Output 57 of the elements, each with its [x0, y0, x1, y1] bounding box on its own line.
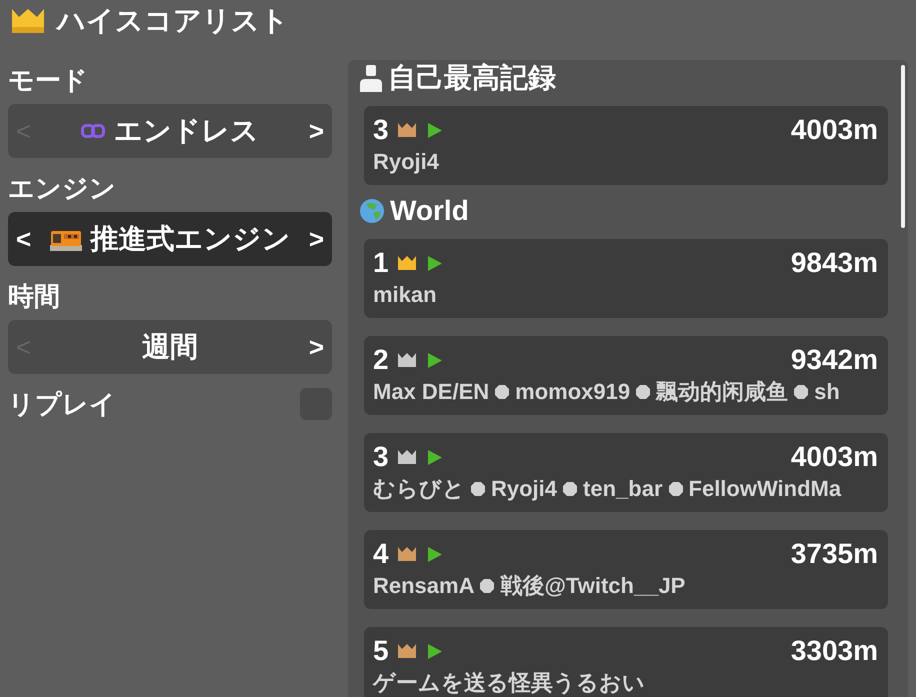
crown-icon — [12, 9, 44, 33]
play-icon — [428, 546, 442, 562]
next-arrow-button[interactable]: > — [304, 332, 328, 362]
player-name: ten_bar — [583, 475, 663, 503]
rank-number: 4 — [373, 537, 389, 571]
setting-label: モード — [8, 64, 88, 97]
rank-number: 3 — [373, 440, 389, 474]
player-name: FellowWindMa — [688, 475, 842, 503]
player-name: Ryoji4 — [491, 475, 558, 503]
window-title: ハイスコアリスト — [57, 4, 289, 38]
play-icon — [428, 256, 442, 270]
distance-value: 9342m — [790, 343, 878, 377]
player-name: むらびと — [373, 475, 465, 503]
section-title: World — [390, 195, 469, 227]
selector-value: エンドレス — [114, 114, 259, 148]
score-card[interactable]: 5 3303m ゲームを送る怪異うるおい — [364, 627, 888, 697]
infinity-icon — [81, 124, 105, 138]
distance-value: 3303m — [790, 634, 878, 668]
person-icon — [360, 64, 382, 92]
score-card[interactable]: 1 9843m mikan — [364, 239, 888, 318]
player-name: sh — [814, 378, 840, 406]
play-icon — [428, 644, 442, 658]
selector-value: 週間 — [142, 330, 198, 364]
player-name: mikan — [373, 281, 437, 309]
play-icon — [428, 122, 442, 138]
score-card[interactable]: 4 3735m RensamA 戦後@Twitch__JP — [364, 530, 888, 609]
globe-icon — [360, 199, 384, 223]
distance-value: 9843m — [790, 246, 878, 280]
section-title: 自己最高記録 — [388, 61, 556, 95]
player-name: ゲームを送る怪異うるおい — [373, 669, 645, 697]
rank-number: 1 — [373, 246, 389, 280]
next-arrow-button[interactable]: > — [304, 224, 328, 254]
previous-arrow-button[interactable]: < — [12, 224, 36, 254]
option-selector[interactable]: < 推進式エンジン > — [8, 212, 332, 266]
setting-label: エンジン — [8, 172, 116, 205]
setting-label: リプレイ — [8, 388, 116, 421]
distance-value: 4003m — [790, 113, 878, 147]
player-name: momox919 — [515, 378, 630, 406]
player-name: Ryoji4 — [373, 148, 440, 176]
player-name: 戦後@Twitch__JP — [500, 572, 686, 600]
rank-number: 5 — [373, 634, 389, 668]
scrollbar-thumb[interactable] — [901, 65, 905, 228]
setting-label: 時間 — [8, 280, 60, 313]
distance-value: 3735m — [790, 537, 878, 571]
player-name: Max DE/EN — [373, 378, 490, 406]
score-card[interactable]: 3 4003m Ryoji4 — [364, 106, 888, 185]
player-name: 飄动的闲咸鱼 — [656, 378, 788, 406]
player-name: RensamA — [373, 572, 474, 600]
score-card[interactable]: 2 9342m Max DE/EN momox919 飄动的闲咸鱼 sh — [364, 336, 888, 415]
next-arrow-button[interactable]: > — [304, 116, 328, 146]
distance-value: 4003m — [790, 440, 878, 474]
play-icon — [428, 450, 442, 464]
rank-number: 2 — [373, 343, 389, 377]
play-icon — [428, 352, 442, 368]
score-card[interactable]: 3 4003m むらびと Ryoji4 ten_bar FellowWindMa — [364, 433, 888, 512]
rank-number: 3 — [373, 113, 389, 147]
selector-value: 推進式エンジン — [90, 222, 290, 256]
